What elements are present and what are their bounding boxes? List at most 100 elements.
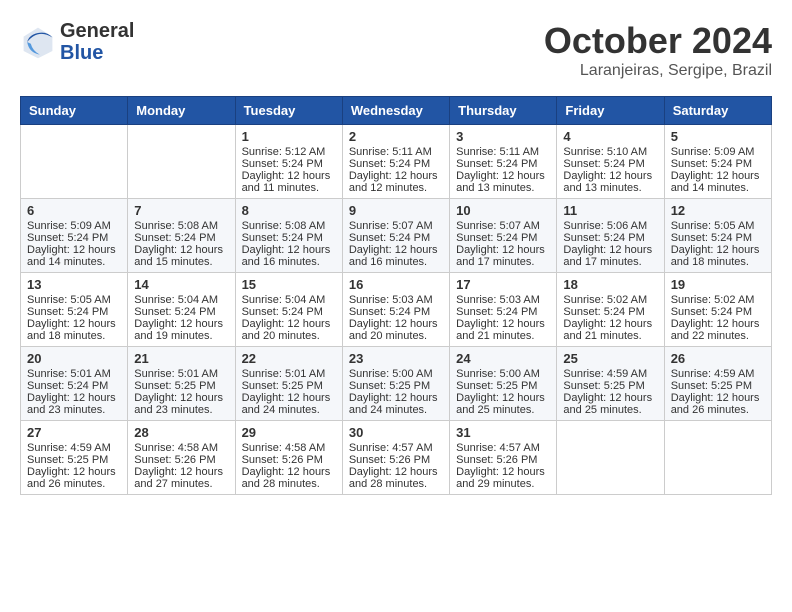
sunset-4: Sunset: 5:24 PM (563, 158, 644, 170)
day-cell-20: 20Sunrise: 5:01 AMSunset: 5:24 PMDayligh… (21, 347, 128, 421)
day-cell-21: 21Sunrise: 5:01 AMSunset: 5:25 PMDayligh… (128, 347, 235, 421)
sunset-31: Sunset: 5:26 PM (456, 454, 537, 466)
week-row-1: 1Sunrise: 5:12 AMSunset: 5:24 PMDaylight… (21, 125, 772, 199)
day-cell-22: 22Sunrise: 5:01 AMSunset: 5:25 PMDayligh… (235, 347, 342, 421)
sunset-13: Sunset: 5:24 PM (27, 306, 108, 318)
sunset-18: Sunset: 5:24 PM (563, 306, 644, 318)
logo-blue-text: Blue (60, 42, 134, 64)
daylight-13: Daylight: 12 hours and 18 minutes. (27, 318, 116, 342)
daylight-23: Daylight: 12 hours and 24 minutes. (349, 392, 438, 416)
daylight-31: Daylight: 12 hours and 29 minutes. (456, 466, 545, 490)
day-cell-3: 3Sunrise: 5:11 AMSunset: 5:24 PMDaylight… (450, 125, 557, 199)
day-number-8: 8 (242, 203, 336, 218)
sunset-9: Sunset: 5:24 PM (349, 232, 430, 244)
daylight-16: Daylight: 12 hours and 20 minutes. (349, 318, 438, 342)
sunset-17: Sunset: 5:24 PM (456, 306, 537, 318)
calendar-table: SundayMondayTuesdayWednesdayThursdayFrid… (20, 96, 772, 495)
sunrise-16: Sunrise: 5:03 AM (349, 294, 433, 306)
day-cell-17: 17Sunrise: 5:03 AMSunset: 5:24 PMDayligh… (450, 273, 557, 347)
day-cell-25: 25Sunrise: 4:59 AMSunset: 5:25 PMDayligh… (557, 347, 664, 421)
daylight-3: Daylight: 12 hours and 13 minutes. (456, 170, 545, 194)
day-cell-31: 31 Sunrise: 4:57 AMSunset: 5:26 PMDayligh… (450, 421, 557, 495)
sunrise-4: Sunrise: 5:10 AM (563, 146, 647, 158)
empty-cell-0-1 (128, 125, 235, 199)
day-cell-16: 16Sunrise: 5:03 AMSunset: 5:24 PMDayligh… (342, 273, 449, 347)
daylight-26: Daylight: 12 hours and 26 minutes. (671, 392, 760, 416)
sunrise-15: Sunrise: 5:04 AM (242, 294, 326, 306)
day-number-31: 31 (456, 425, 550, 440)
location: Laranjeiras, Sergipe, Brazil (544, 62, 772, 80)
day-number-27: 27 (27, 425, 121, 440)
sunset-14: Sunset: 5:24 PM (134, 306, 215, 318)
week-row-3: 13Sunrise: 5:05 AMSunset: 5:24 PMDayligh… (21, 273, 772, 347)
sunrise-8: Sunrise: 5:08 AM (242, 220, 326, 232)
sunrise-20: Sunrise: 5:01 AM (27, 368, 111, 380)
page-header: General Blue October 2024 Laranjeiras, S… (20, 20, 772, 80)
day-cell-11: 11Sunrise: 5:06 AMSunset: 5:24 PMDayligh… (557, 199, 664, 273)
daylight-25: Daylight: 12 hours and 25 minutes. (563, 392, 652, 416)
weekday-header-sunday: Sunday (21, 97, 128, 125)
day-cell-26: 26Sunrise: 4:59 AMSunset: 5:25 PMDayligh… (664, 347, 771, 421)
daylight-1: Daylight: 12 hours and 11 minutes. (242, 170, 331, 194)
day-cell-24: 24Sunrise: 5:00 AMSunset: 5:25 PMDayligh… (450, 347, 557, 421)
sunset-23: Sunset: 5:25 PM (349, 380, 430, 392)
sunset-5: Sunset: 5:24 PM (671, 158, 752, 170)
daylight-9: Daylight: 12 hours and 16 minutes. (349, 244, 438, 268)
weekday-header-saturday: Saturday (664, 97, 771, 125)
day-number-19: 19 (671, 277, 765, 292)
sunrise-26: Sunrise: 4:59 AM (671, 368, 755, 380)
weekday-header-tuesday: Tuesday (235, 97, 342, 125)
day-number-14: 14 (134, 277, 228, 292)
sunrise-29: Sunrise: 4:58 AM (242, 442, 326, 454)
empty-cell-4-5 (557, 421, 664, 495)
calendar-body: 1Sunrise: 5:12 AMSunset: 5:24 PMDaylight… (21, 125, 772, 495)
day-number-29: 29 (242, 425, 336, 440)
day-cell-10: 10Sunrise: 5:07 AMSunset: 5:24 PMDayligh… (450, 199, 557, 273)
sunrise-11: Sunrise: 5:06 AM (563, 220, 647, 232)
weekday-header-wednesday: Wednesday (342, 97, 449, 125)
logo: General Blue (20, 20, 134, 64)
sunset-27: Sunset: 5:25 PM (27, 454, 108, 466)
sunrise-31: Sunrise: 4:57 AM (456, 442, 540, 454)
week-row-4: 20Sunrise: 5:01 AMSunset: 5:24 PMDayligh… (21, 347, 772, 421)
day-cell-27: 27Sunrise: 4:59 AMSunset: 5:25 PMDayligh… (21, 421, 128, 495)
sunset-6: Sunset: 5:24 PM (27, 232, 108, 244)
day-number-7: 7 (134, 203, 228, 218)
weekday-header-row: SundayMondayTuesdayWednesdayThursdayFrid… (21, 97, 772, 125)
logo-text: General Blue (60, 20, 134, 64)
day-number-11: 11 (563, 203, 657, 218)
day-number-25: 25 (563, 351, 657, 366)
day-number-20: 20 (27, 351, 121, 366)
logo-icon (20, 24, 56, 60)
daylight-14: Daylight: 12 hours and 19 minutes. (134, 318, 223, 342)
sunrise-1: Sunrise: 5:12 AM (242, 146, 326, 158)
day-number-23: 23 (349, 351, 443, 366)
sunrise-13: Sunrise: 5:05 AM (27, 294, 111, 306)
day-cell-19: 19Sunrise: 5:02 AMSunset: 5:24 PMDayligh… (664, 273, 771, 347)
logo-general-text: General (60, 20, 134, 42)
sunset-21: Sunset: 5:25 PM (134, 380, 215, 392)
daylight-5: Daylight: 12 hours and 14 minutes. (671, 170, 760, 194)
daylight-10: Daylight: 12 hours and 17 minutes. (456, 244, 545, 268)
sunrise-9: Sunrise: 5:07 AM (349, 220, 433, 232)
day-cell-6: 6Sunrise: 5:09 AMSunset: 5:24 PMDaylight… (21, 199, 128, 273)
day-cell-4: 4Sunrise: 5:10 AMSunset: 5:24 PMDaylight… (557, 125, 664, 199)
sunset-11: Sunset: 5:24 PM (563, 232, 644, 244)
sunset-19: Sunset: 5:24 PM (671, 306, 752, 318)
calendar-header: SundayMondayTuesdayWednesdayThursdayFrid… (21, 97, 772, 125)
day-cell-1: 1Sunrise: 5:12 AMSunset: 5:24 PMDaylight… (235, 125, 342, 199)
sunrise-24: Sunrise: 5:00 AM (456, 368, 540, 380)
daylight-18: Daylight: 12 hours and 21 minutes. (563, 318, 652, 342)
daylight-6: Daylight: 12 hours and 14 minutes. (27, 244, 116, 268)
day-number-17: 17 (456, 277, 550, 292)
sunset-10: Sunset: 5:24 PM (456, 232, 537, 244)
daylight-2: Daylight: 12 hours and 12 minutes. (349, 170, 438, 194)
sunset-12: Sunset: 5:24 PM (671, 232, 752, 244)
daylight-12: Daylight: 12 hours and 18 minutes. (671, 244, 760, 268)
daylight-28: Daylight: 12 hours and 27 minutes. (134, 466, 223, 490)
day-number-18: 18 (563, 277, 657, 292)
day-number-24: 24 (456, 351, 550, 366)
sunset-7: Sunset: 5:24 PM (134, 232, 215, 244)
sunset-8: Sunset: 5:24 PM (242, 232, 323, 244)
daylight-27: Daylight: 12 hours and 26 minutes. (27, 466, 116, 490)
